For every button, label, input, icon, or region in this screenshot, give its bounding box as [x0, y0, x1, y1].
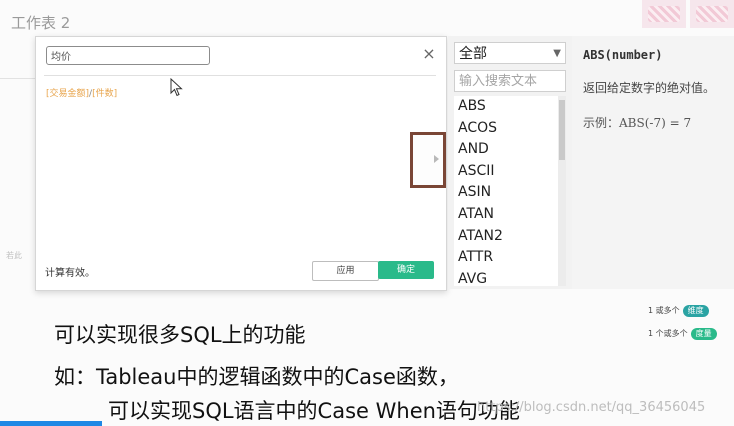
function-item-ascii[interactable]: ASCII [454, 161, 558, 183]
function-item-atan2[interactable]: ATAN2 [454, 226, 558, 248]
category-dropdown[interactable]: 全部 ▼ [454, 42, 566, 64]
function-signature: ABS(number) [583, 48, 663, 62]
map-thumbnails [642, 0, 734, 30]
function-item-atan[interactable]: ATAN [454, 204, 558, 226]
calculation-dialog: × [交易金额]/[件数] 计算有效。 应用 确定 [35, 36, 447, 291]
function-item-attr[interactable]: ATTR [454, 247, 558, 269]
function-item-acos[interactable]: ACOS [454, 118, 558, 140]
mouse-cursor-icon [170, 78, 183, 97]
measure-pill[interactable]: 度量 [690, 328, 717, 340]
sheet-title: 工作表 2 [11, 14, 71, 32]
divider [0, 78, 36, 79]
function-item-avg[interactable]: AVG [454, 269, 558, 286]
field-token: [交易金额] [46, 89, 90, 99]
function-item-abs[interactable]: ABS [454, 96, 558, 118]
hint-row: 1 或多个 维度 [648, 305, 709, 317]
function-description: 返回给定数字的绝对值。 [583, 81, 716, 95]
function-description-panel: ABS(number) 返回给定数字的绝对值。 示例：ABS(-7) = 7 [572, 36, 734, 289]
thumbnail[interactable] [690, 0, 734, 28]
function-list: ABS ACOS AND ASCII ASIN ATAN ATAN2 ATTR … [454, 96, 558, 286]
subtitle-line: 可以实现很多SQL上的功能 [54, 323, 306, 347]
function-item-and[interactable]: AND [454, 139, 558, 161]
hint-text: 1 或多个 [648, 306, 680, 315]
scroll-thumb[interactable] [559, 100, 565, 160]
function-list-scrollbar[interactable] [558, 96, 566, 286]
apply-button[interactable]: 应用 [312, 261, 379, 281]
divider [44, 75, 436, 76]
watermark: https://blog.csdn.net/qq_36456045 [477, 400, 706, 415]
function-item-asin[interactable]: ASIN [454, 182, 558, 204]
validation-status: 计算有效。 [45, 268, 95, 279]
hint-row: 1 个或多个 度量 [648, 328, 717, 340]
function-example: 示例：ABS(-7) = 7 [583, 116, 692, 130]
subtitle-line: 可以实现SQL语言中的Case When语句功能 [108, 399, 520, 423]
subtitle-line: 如：Tableau中的逻辑函数中的Case函数， [54, 365, 459, 389]
function-search-input[interactable]: 输入搜索文本 [454, 70, 566, 92]
close-icon[interactable]: × [421, 46, 437, 62]
thumbnail[interactable] [642, 0, 686, 28]
expand-panel-highlight[interactable] [410, 132, 446, 188]
side-hint: 若此 [6, 251, 22, 260]
chevron-down-icon: ▼ [553, 48, 561, 59]
hint-text: 1 个或多个 [648, 329, 688, 338]
function-panel: 全部 ▼ 输入搜索文本 ABS ACOS AND ASCII ASIN ATAN… [448, 36, 573, 289]
formula-editor[interactable]: [交易金额]/[件数] [46, 86, 117, 99]
expand-arrow-icon[interactable] [434, 155, 439, 163]
field-token: [件数] [92, 89, 118, 99]
dimension-pill[interactable]: 维度 [682, 305, 709, 317]
ok-button[interactable]: 确定 [378, 261, 434, 279]
video-progress-bar[interactable] [0, 421, 102, 426]
calculation-name-input[interactable] [46, 46, 210, 65]
category-selected: 全部 [459, 46, 487, 62]
